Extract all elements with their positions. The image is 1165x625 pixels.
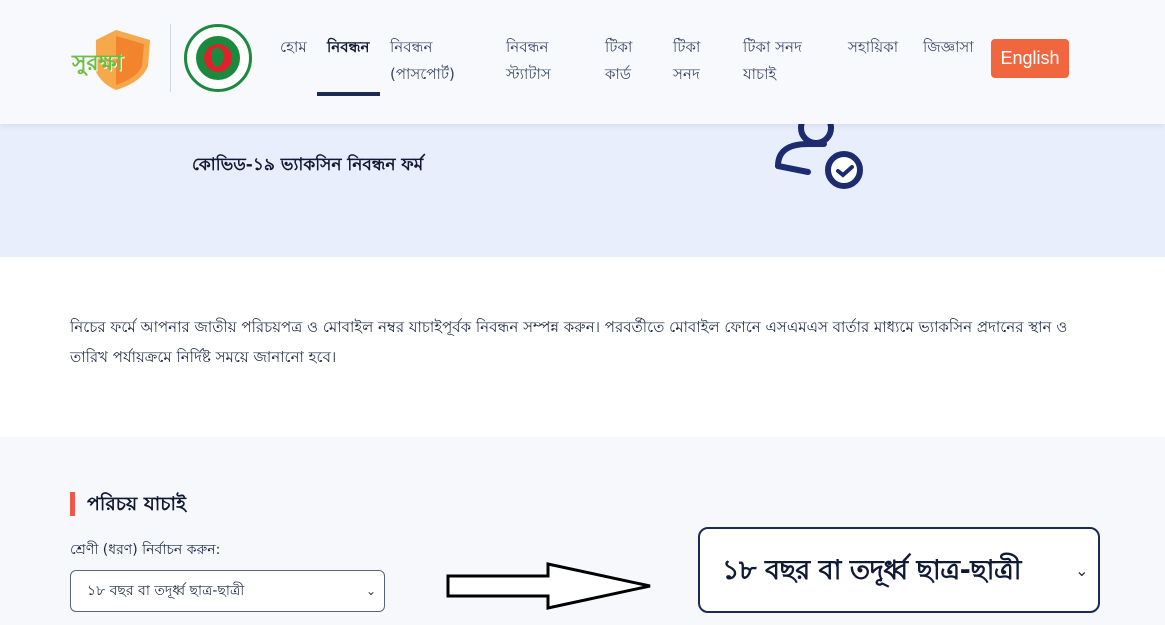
intro-text: নিচের ফর্মে আপনার জাতীয় পরিচয়পত্র ও মো… (70, 318, 1068, 366)
category-label: শ্রেণী (ধরণ) নির্বাচন করুন: (70, 542, 221, 558)
nav-item-registration-passport[interactable]: নিবন্ধন (পাসপোর্ট) (390, 34, 490, 88)
nav-active-indicator (317, 92, 380, 96)
category-select-value: ১৮ বছর বা তদূর্ধ্ব ছাত্র-ছাত্রী (87, 583, 245, 599)
nav-item-help[interactable]: সহায়িকা (848, 34, 918, 61)
zoomed-select-value: ১৮ বছর বা তদূর্ধ্ব ছাত্র-ছাত্রী (722, 555, 1022, 586)
category-select[interactable]: ১৮ বছর বা তদূর্ধ্ব ছাত্র-ছাত্রী ⌄ (70, 570, 385, 612)
nav-item-home[interactable]: হোম (280, 34, 320, 61)
hero-banner: কোভিড-১৯ ভ্যাকসিন নিবন্ধন ফর্ম (0, 124, 1165, 257)
language-toggle-button[interactable]: English (991, 39, 1069, 78)
government-seal-logo[interactable] (184, 24, 252, 92)
category-select-zoomed[interactable]: ১৮ বছর বা তদূর্ধ্ব ছাত্র-ছাত্রী ⌄ (698, 527, 1100, 613)
bangladesh-seal-icon (188, 28, 248, 88)
page-title: কোভিড-১৯ ভ্যাকসিন নিবন্ধন ফর্ম (192, 155, 424, 175)
logo-text: সুরক্ষা (72, 51, 123, 76)
nav-item-vaccine-certificate[interactable]: টিকা সনদ (673, 34, 717, 88)
nav-item-faq[interactable]: জিজ্ঞাসা (923, 34, 983, 61)
nav-item-vaccine-card[interactable]: টিকা কার্ড (605, 34, 649, 88)
nav-item-certificate-verify[interactable]: টিকা সনদ যাচাই (743, 34, 823, 88)
surokkha-logo[interactable]: সুরক্ষা (72, 28, 156, 90)
user-check-icon (775, 124, 863, 189)
nav-item-registration-status[interactable]: নিবন্ধন স্ট্যাটাস (506, 34, 576, 88)
section-title: পরিচয় যাচাই (70, 492, 186, 516)
nav-item-registration[interactable]: নিবন্ধন (327, 34, 381, 61)
chevron-down-icon: ⌄ (365, 584, 376, 598)
chevron-down-icon: ⌄ (1075, 561, 1088, 580)
site-header: সুরক্ষা হোম নিবন্ধন নিবন্ধন (পাসপোর্ট) ন… (0, 0, 1165, 124)
logo-divider (170, 24, 171, 92)
arrow-right-icon (446, 562, 651, 610)
